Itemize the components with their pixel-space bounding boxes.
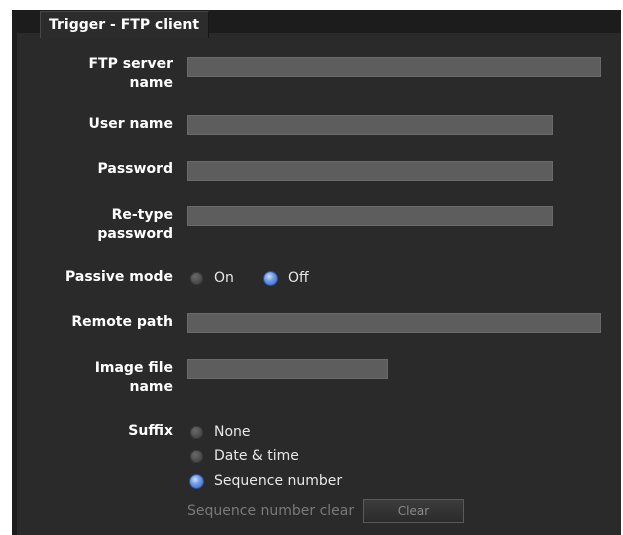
- passive-mode-off-radio[interactable]: [264, 271, 277, 285]
- remote-path-input[interactable]: [187, 313, 601, 333]
- passive-mode-label: Passive mode: [64, 269, 173, 285]
- suffix-sequence-number-label[interactable]: Sequence number: [214, 473, 342, 489]
- password-input[interactable]: [187, 161, 553, 181]
- passive-mode-off-option[interactable]: Off: [264, 268, 309, 288]
- retype-password-label-line2: password: [97, 226, 173, 242]
- user-name-input[interactable]: [187, 115, 553, 135]
- sequence-number-clear-label: Sequence number clear: [187, 503, 355, 519]
- retype-password-label-line1: Re-type: [111, 207, 173, 223]
- clear-button[interactable]: Clear: [363, 499, 464, 523]
- remote-path-label: Remote path: [71, 314, 173, 330]
- passive-mode-on-label[interactable]: On: [214, 270, 234, 286]
- retype-password-input[interactable]: [187, 206, 553, 226]
- ftp-server-name-label-line1: FTP server: [88, 56, 173, 72]
- suffix-sequence-number-radio[interactable]: [190, 474, 203, 488]
- suffix-none-label[interactable]: None: [214, 424, 251, 440]
- suffix-date-time-radio[interactable]: [190, 449, 203, 463]
- image-file-name-input[interactable]: [187, 359, 388, 379]
- passive-mode-on-radio[interactable]: [190, 271, 203, 285]
- suffix-date-time-label[interactable]: Date & time: [214, 448, 299, 464]
- user-name-label: User name: [88, 116, 173, 132]
- image-file-name-label-line2: name: [129, 379, 174, 395]
- ftp-server-name-label-line2: name: [129, 75, 174, 91]
- suffix-none-radio[interactable]: [190, 425, 203, 439]
- passive-mode-off-label[interactable]: Off: [288, 270, 309, 286]
- ftp-server-name-label: FTP server name: [88, 55, 173, 93]
- passive-mode-on-option[interactable]: On: [190, 268, 234, 288]
- image-file-name-label-line1: Image file: [94, 360, 173, 376]
- password-label: Password: [97, 161, 173, 177]
- suffix-label: Suffix: [128, 423, 173, 439]
- retype-password-label: Re-type password: [97, 206, 173, 244]
- suffix-sequence-number-option[interactable]: Sequence number: [190, 471, 342, 491]
- tab-trigger-ftp-client[interactable]: Trigger - FTP client: [40, 11, 209, 38]
- suffix-date-time-option[interactable]: Date & time: [190, 446, 299, 466]
- image-file-name-label: Image file name: [95, 359, 173, 397]
- ftp-server-name-input[interactable]: [187, 57, 601, 77]
- suffix-none-option[interactable]: None: [190, 422, 251, 442]
